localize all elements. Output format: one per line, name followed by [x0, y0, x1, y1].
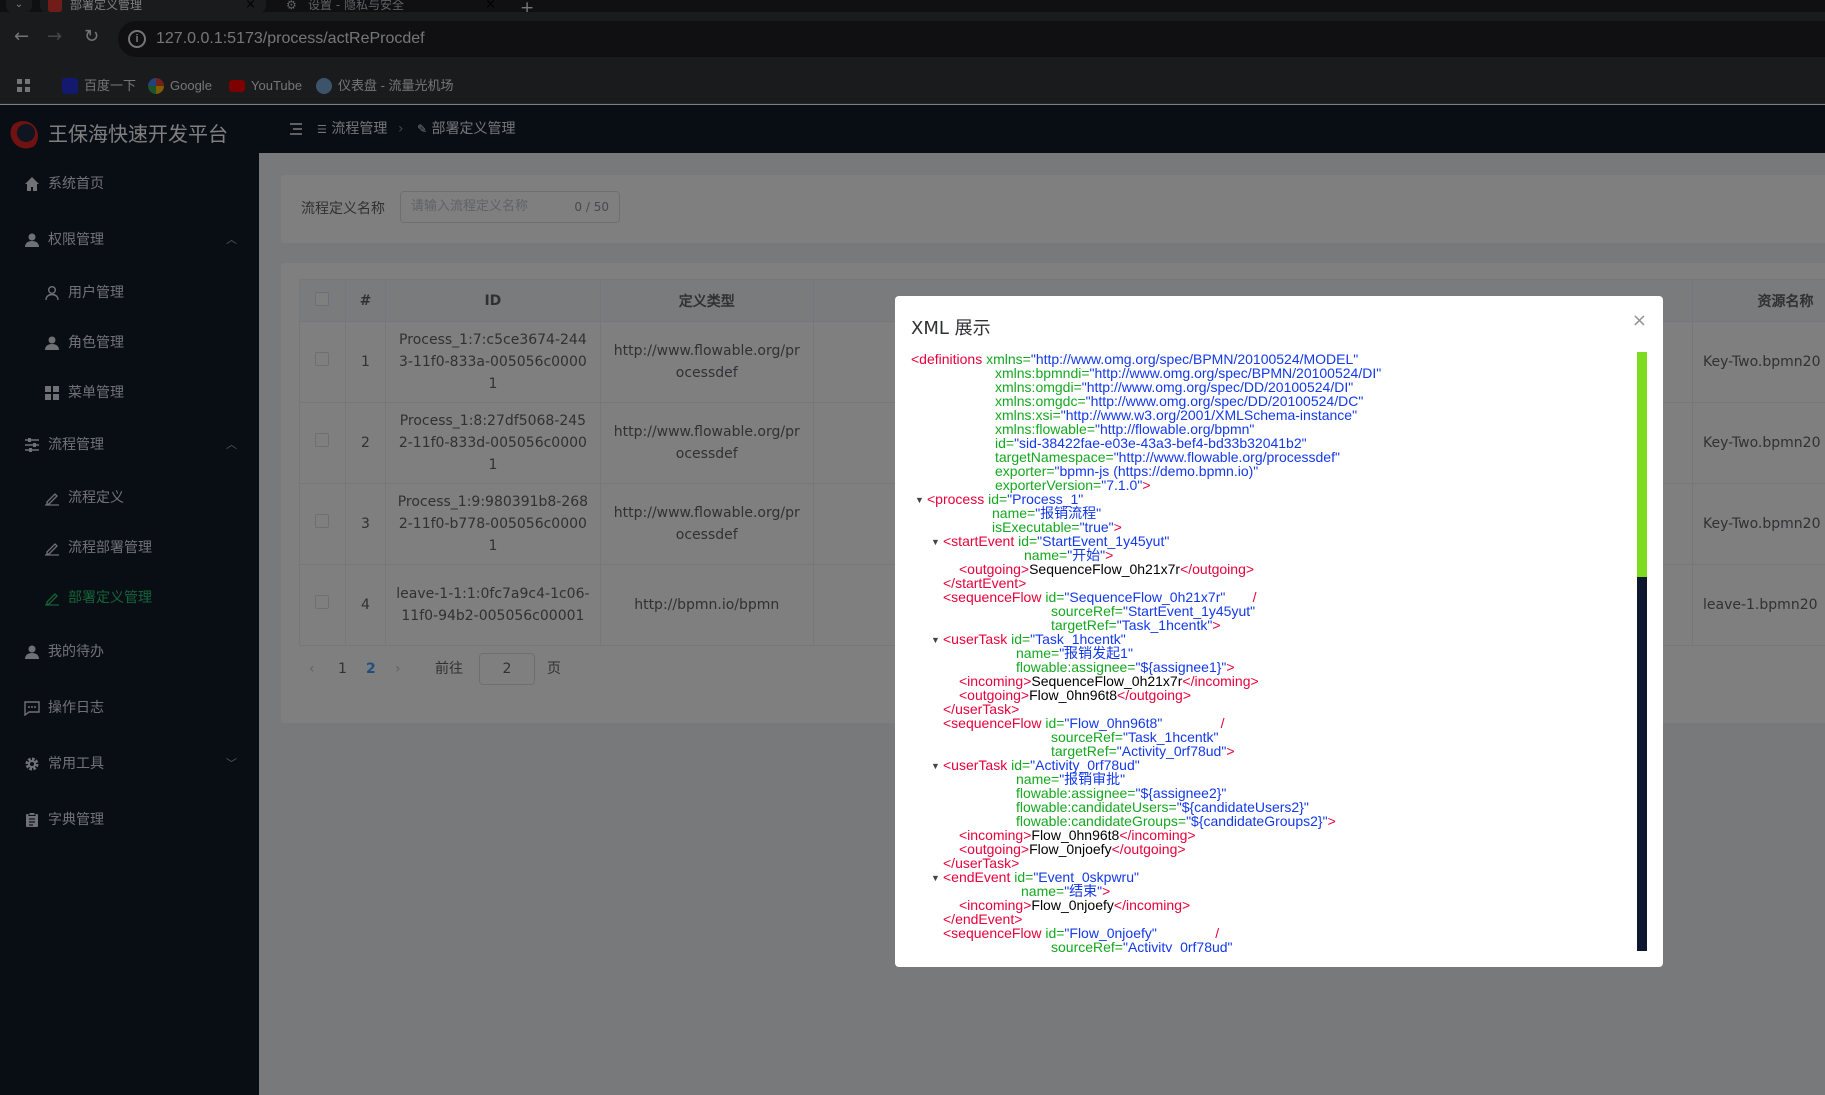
xml-line: xmlns:omgdc="http://www.omg.org/spec/DD/…: [995, 394, 1363, 408]
xml-line: <definitions xmlns="http://www.omg.org/s…: [911, 352, 1358, 366]
xml-token: "Activity_0rf78ud": [1122, 939, 1233, 952]
xml-line: flowable:assignee="${assignee2}": [1016, 786, 1226, 800]
xml-line: ▼ <userTask id="Activity_0rf78ud": [931, 757, 1140, 773]
xml-token: >: [1212, 617, 1221, 633]
xml-line: <outgoing>SequenceFlow_0h21x7r</outgoing…: [959, 562, 1254, 576]
scrollbar-thumb[interactable]: [1637, 352, 1647, 577]
xml-line: name="报销流程": [992, 506, 1101, 520]
xml-line: <outgoing>Flow_0hn96t8</outgoing>: [959, 688, 1191, 702]
xml-line: <sequenceFlow id="Flow_0hn96t8" /: [943, 716, 1225, 730]
xml-line: xmlns:xsi="http://www.w3.org/2001/XMLSch…: [995, 408, 1357, 422]
xml-line: ▼ <userTask id="Task_1hcentk": [931, 631, 1126, 647]
collapse-triangle-icon[interactable]: ▼: [915, 493, 924, 507]
xml-token: <startEvent: [943, 533, 1015, 549]
xml-line: name="报销发起1": [1016, 646, 1133, 660]
xml-line: ▼ <process id="Process_1": [915, 491, 1083, 507]
xml-line: id="sid-38422fae-e03e-43a3-bef4-bd33b320…: [995, 436, 1307, 450]
xml-token: </incoming>: [1113, 897, 1191, 913]
close-icon[interactable]: ×: [1632, 310, 1647, 331]
xml-line: flowable:candidateUsers="${candidateUser…: [1016, 800, 1309, 814]
xml-token: "Task_1hcentk": [1116, 617, 1213, 633]
collapse-triangle-icon[interactable]: ▼: [931, 633, 940, 647]
xml-line: <sequenceFlow id="SequenceFlow_0h21x7r" …: [943, 590, 1256, 604]
xml-token: <sequenceFlow: [943, 925, 1042, 941]
xml-token: "7.1.0": [1101, 477, 1143, 493]
xml-token: "${candidateGroups2}": [1186, 813, 1328, 829]
xml-token: <sequenceFlow: [943, 589, 1042, 605]
collapse-triangle-icon[interactable]: ▼: [931, 759, 940, 773]
xml-line: ▼ <startEvent id="StartEvent_1y45yut": [931, 533, 1169, 549]
xml-line: targetRef="Activity_0rf78ud">: [1051, 744, 1235, 758]
xml-line: flowable:candidateGroups="${candidateGro…: [1016, 814, 1336, 828]
xml-token: Flow_0hn96t8: [1029, 687, 1118, 703]
xml-token: </incoming>: [1182, 673, 1259, 689]
xml-line: name="开始">: [1024, 548, 1113, 562]
xml-line: <outgoing>Flow_0njoefy</outgoing>: [959, 842, 1186, 856]
xml-token: >: [1226, 743, 1235, 759]
xml-line: targetNamespace="http://www.flowable.org…: [995, 450, 1340, 464]
xml-line: sourceRef="Activity_0rf78ud": [1051, 940, 1233, 952]
xml-token: <endEvent: [943, 869, 1011, 885]
xml-line: sourceRef="StartEvent_1y45yut": [1051, 604, 1255, 618]
xml-line: targetRef="Task_1hcentk">: [1051, 618, 1221, 632]
xml-line: exporterVersion="7.1.0">: [995, 478, 1151, 492]
xml-token: <userTask: [943, 757, 1008, 773]
xml-line: </userTask>: [943, 702, 1019, 716]
xml-line: isExecutable="true">: [992, 520, 1122, 534]
xml-token: </outgoing>: [1117, 687, 1191, 703]
xml-line: name="结束">: [1021, 884, 1110, 898]
xml-line: </endEvent>: [943, 912, 1022, 926]
xml-line: xmlns:bpmndi="http://www.omg.org/spec/BP…: [995, 366, 1381, 380]
xml-token: >: [1142, 477, 1151, 493]
collapse-triangle-icon[interactable]: ▼: [931, 871, 940, 885]
xml-token: >: [1327, 813, 1336, 829]
xml-token: <process: [927, 491, 985, 507]
xml-token: </outgoing>: [1180, 561, 1255, 577]
xml-line: <incoming>SequenceFlow_0h21x7r</incoming…: [959, 674, 1259, 688]
xml-line: ▼ <endEvent id="Event_0skpwru": [931, 869, 1139, 885]
xml-line: xmlns:omgdi="http://www.omg.org/spec/DD/…: [995, 380, 1353, 394]
xml-line: <incoming>Flow_0hn96t8</incoming>: [959, 828, 1196, 842]
xml-line: <incoming>Flow_0njoefy</incoming>: [959, 898, 1190, 912]
xml-dialog: XML 展示 × <definitions xmlns="http://www.…: [895, 296, 1663, 967]
xml-line: </userTask>: [943, 856, 1019, 870]
xml-line: sourceRef="Task_1hcentk": [1051, 730, 1219, 744]
xml-token: </outgoing>: [1111, 841, 1186, 857]
xml-token: /: [1220, 715, 1225, 731]
xml-token: <definitions: [911, 352, 983, 367]
xml-token: SequenceFlow_0h21x7r: [1029, 561, 1181, 577]
xml-token: Flow_0njoefy: [1031, 897, 1114, 913]
xml-token: Flow_0njoefy: [1029, 841, 1112, 857]
xml-token: <userTask: [943, 631, 1008, 647]
xml-token: <sequenceFlow: [943, 715, 1042, 731]
collapse-triangle-icon[interactable]: ▼: [931, 535, 940, 549]
xml-viewer[interactable]: <definitions xmlns="http://www.omg.org/s…: [911, 352, 1631, 952]
xml-line: <sequenceFlow id="Flow_0njoefy" /: [943, 926, 1219, 940]
xml-line: flowable:assignee="${assignee1}">: [1016, 660, 1235, 674]
xml-line: xmlns:flowable="http://flowable.org/bpmn…: [995, 422, 1254, 436]
xml-line: </startEvent>: [943, 576, 1026, 590]
xml-line: name="报销审批": [1016, 772, 1125, 786]
dialog-title: XML 展示: [911, 318, 991, 339]
xml-line: exporter="bpmn-js (https://demo.bpmn.io)…: [995, 464, 1258, 478]
xml-token: sourceRef=: [1051, 939, 1123, 952]
